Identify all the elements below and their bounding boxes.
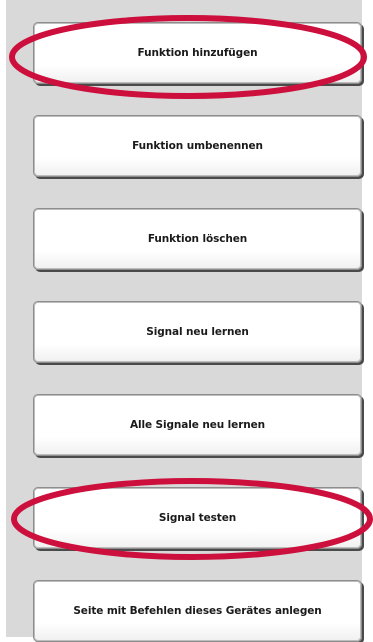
relearn-all-signals-button[interactable]: Alle Signale neu lernen xyxy=(33,394,362,456)
add-function-button[interactable]: Funktion hinzufügen xyxy=(33,22,362,84)
rename-function-button[interactable]: Funktion umbenennen xyxy=(33,115,362,177)
test-signal-button[interactable]: Signal testen xyxy=(33,487,362,549)
create-device-commands-page-button[interactable]: Seite mit Befehlen dieses Gerätes anlege… xyxy=(33,580,362,642)
relearn-signal-button[interactable]: Signal neu lernen xyxy=(33,301,362,363)
delete-function-button[interactable]: Funktion löschen xyxy=(33,208,362,270)
menu-panel: Funktion hinzufügen Funktion umbenennen … xyxy=(6,0,362,642)
